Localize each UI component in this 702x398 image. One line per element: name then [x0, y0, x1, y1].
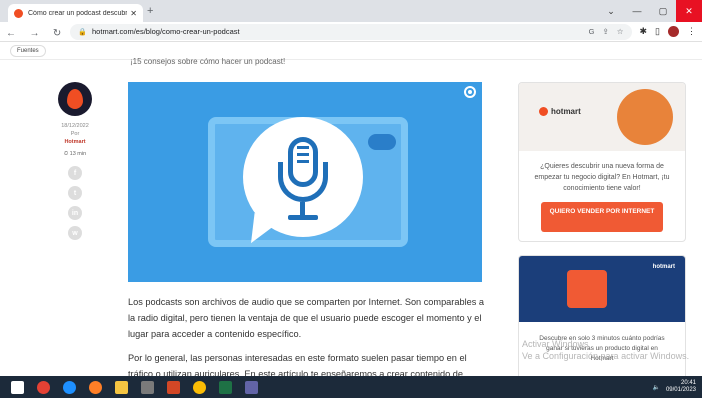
profile-avatar[interactable] [668, 26, 679, 37]
close-tab-icon[interactable]: ✕ [130, 9, 137, 18]
taskbar-app[interactable] [108, 376, 134, 398]
sell-online-button[interactable]: QUIERO VENDER POR INTERNET [541, 202, 663, 232]
excel-icon [218, 380, 232, 394]
twitter-icon[interactable]: t [68, 186, 82, 200]
monitor-icon [140, 380, 154, 394]
windows-activation-watermark: Activar Windows Ve a Configuración para … [522, 338, 689, 362]
read-time-value: 13 min [69, 151, 87, 157]
author-name[interactable]: Hotmart [58, 138, 92, 146]
author-panel: 18/12/2022 Por Hotmart ⏲ 13 min f t in w [58, 82, 92, 240]
bookmarks-bar: Fuentes [0, 42, 702, 60]
promo-card-sell: hotmart ¿Quieres descubrir una nueva for… [518, 82, 686, 242]
hotmart-flame-icon [539, 107, 548, 117]
extensions: ✱ ▯ ⋮ [640, 26, 696, 37]
back-icon[interactable]: ← [6, 28, 16, 39]
reload-icon[interactable]: ↻ [53, 28, 61, 39]
google-translate-icon[interactable]: G [589, 27, 595, 36]
clock[interactable]: 20:41 09/01/2023 [666, 380, 696, 394]
volume-icon[interactable]: 🔈 [652, 384, 659, 391]
brand-text: hotmart [551, 107, 581, 116]
whatsapp-icon[interactable]: w [68, 226, 82, 240]
start-button[interactable] [4, 376, 30, 398]
url-text: hotmart.com/es/blog/como-crear-un-podcas… [92, 27, 240, 36]
taskbar-app[interactable] [238, 376, 264, 398]
edge-icon [62, 380, 76, 394]
file-explorer-icon [114, 380, 128, 394]
hero-image [128, 82, 482, 282]
promo-banner: hotmart [519, 256, 685, 322]
maximize-button[interactable]: ▢ [650, 0, 676, 22]
browser-tab[interactable]: Cómo crear un podcast descubr ✕ [8, 4, 143, 22]
chevron-down-icon[interactable]: ⌄ [598, 0, 624, 22]
url-field[interactable]: 🔒 hotmart.com/es/blog/como-crear-un-podc… [70, 23, 632, 40]
tab-bar: Cómo crear un podcast descubr ✕ + ⌄ — ▢ … [0, 0, 702, 22]
post-date: 18/12/2022 [61, 123, 89, 129]
promo-banner: hotmart [519, 83, 685, 151]
cloud-upload-icon [368, 134, 396, 150]
sidebar-icon[interactable]: ▯ [655, 26, 660, 37]
clock-time: 20:41 [680, 380, 696, 386]
new-tab-button[interactable]: + [147, 5, 153, 17]
address-bar-row: ← → ↻ 🔒 hotmart.com/es/blog/como-crear-u… [0, 22, 702, 42]
microphone-stem [300, 202, 305, 216]
bookmark-star-icon[interactable]: ☆ [617, 27, 624, 36]
product-box-icon [567, 270, 607, 308]
taskbar-app[interactable] [186, 376, 212, 398]
chrome-icon [192, 380, 206, 394]
forward-icon[interactable]: → [29, 28, 39, 39]
promo-card-calculator: hotmart Descubre en solo 3 minutos cuánt… [518, 255, 686, 390]
minimize-button[interactable]: — [624, 0, 650, 22]
lock-icon[interactable]: 🔒 [78, 28, 87, 36]
windows-taskbar: 🔈 20:41 09/01/2023 [0, 376, 702, 398]
powerpoint-icon [166, 380, 180, 394]
author-avatar [58, 82, 92, 116]
teams-icon [244, 380, 258, 394]
close-window-button[interactable]: ✕ [676, 0, 702, 22]
windows-logo-icon [10, 380, 24, 394]
hotmart-favicon-icon [14, 8, 23, 18]
taskbar-app[interactable] [160, 376, 186, 398]
social-share: f t in w [58, 166, 92, 240]
author-meta: 18/12/2022 Por Hotmart ⏲ 13 min [58, 122, 92, 158]
read-time: ⏲ 13 min [63, 151, 87, 157]
taskbar-app[interactable] [30, 376, 56, 398]
article-intro: ¡15 consejos sobre cómo hacer un podcast… [130, 57, 286, 66]
window-controls: ⌄ — ▢ ✕ [598, 0, 702, 22]
chrome-icon [36, 380, 50, 394]
by-label: Por [70, 131, 80, 137]
paragraph: Los podcasts son archivos de audio que s… [128, 297, 484, 339]
firefox-icon [88, 380, 102, 394]
taskbar-app[interactable] [82, 376, 108, 398]
bookmark-fuentes[interactable]: Fuentes [10, 44, 46, 57]
taskbar-app[interactable] [134, 376, 160, 398]
system-tray: 🔈 20:41 09/01/2023 [652, 380, 702, 394]
taskbar-app[interactable] [56, 376, 82, 398]
promo-text: ¿Quieres descubrir una nueva forma de em… [534, 163, 670, 192]
linkedin-icon[interactable]: in [68, 206, 82, 220]
hotmart-logo: hotmart [652, 264, 675, 270]
facebook-icon[interactable]: f [68, 166, 82, 180]
tab-title: Cómo crear un podcast descubr [28, 9, 128, 17]
microphone-base [288, 215, 318, 220]
nav-buttons: ← → ↻ [6, 23, 70, 41]
promo-photo [617, 89, 673, 145]
menu-icon[interactable]: ⋮ [687, 26, 696, 37]
hotmart-flame-icon [67, 89, 83, 109]
extensions-icon[interactable]: ✱ [640, 26, 648, 37]
watermark-line1: Activar Windows [522, 339, 589, 349]
share-icon[interactable]: ⇪ [602, 27, 608, 36]
taskbar-app[interactable] [212, 376, 238, 398]
clock-date: 09/01/2023 [665, 387, 696, 393]
hero-dot [466, 88, 474, 96]
hotmart-logo: hotmart [539, 107, 581, 117]
watermark-line2: Ve a Configuración para activar Windows. [522, 351, 690, 361]
